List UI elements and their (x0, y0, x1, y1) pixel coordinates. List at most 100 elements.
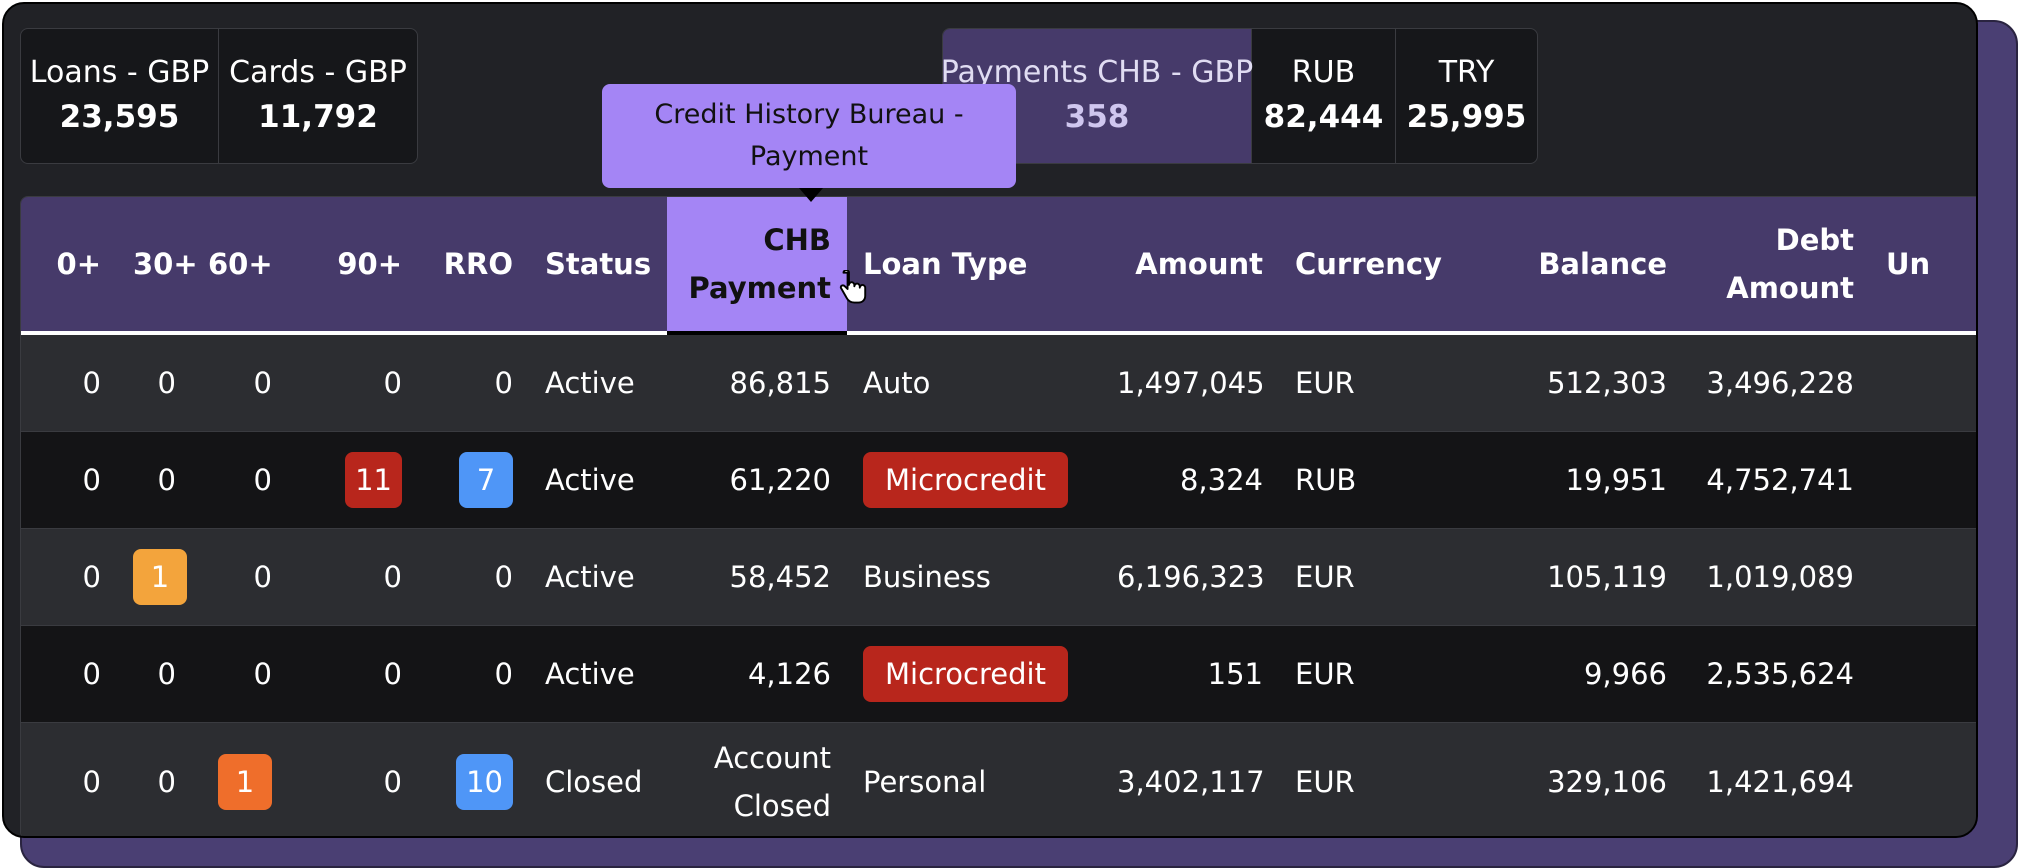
cell-rro: 7 (418, 431, 529, 529)
table-header-row: 0+ 30+ 60+ 90+ RRO Status CHB Payment Lo… (21, 197, 1976, 335)
cell-chb-payment: 86,815 (667, 333, 847, 432)
col-header-balance[interactable]: Balance (1489, 197, 1683, 335)
cell-90plus: 0 (288, 625, 418, 723)
col-header-60plus[interactable]: 60+ (192, 197, 288, 335)
col-header-0plus[interactable]: 0+ (21, 197, 117, 335)
cell-rro: 0 (418, 333, 529, 432)
cell-status: Active (529, 333, 667, 432)
stat-value: 358 (1064, 99, 1130, 135)
col-header-rro[interactable]: RRO (418, 197, 529, 335)
cell-truncated (1870, 333, 1976, 432)
rro-badge: 7 (459, 452, 513, 508)
loan-type-badge: Microcredit (863, 646, 1068, 702)
cell-chb-payment: 4,126 (667, 625, 847, 723)
cell-60plus: 0 (192, 333, 288, 432)
col-header-status[interactable]: Status (529, 197, 667, 335)
cell-debt-amount: 1,019,089 (1683, 528, 1870, 626)
cell-balance: 105,119 (1489, 528, 1683, 626)
cell-amount: 3,402,117 (1101, 722, 1279, 836)
col-header-currency[interactable]: Currency (1279, 197, 1489, 335)
table-row[interactable]: 0 0 0 0 0 Active 4,126 Microcredit 151 E… (21, 625, 1976, 723)
cell-loan-type: Business (847, 528, 1101, 626)
col-header-debt-amount[interactable]: Debt Amount (1683, 197, 1870, 335)
cell-loan-type: Microcredit (847, 431, 1101, 529)
hand-cursor-icon (839, 270, 867, 304)
table-row[interactable]: 0 0 0 11 7 Active 61,220 Microcredit 8,3… (21, 431, 1976, 529)
cell-amount: 151 (1101, 625, 1279, 723)
cell-amount: 8,324 (1101, 431, 1279, 529)
cell-60plus: 0 (192, 625, 288, 723)
cell-debt-amount: 4,752,741 (1683, 431, 1870, 529)
credit-summary-panel: Loans - GBP 23,595 Cards - GBP 11,792 Pa… (2, 2, 1978, 838)
cell-debt-amount: 2,535,624 (1683, 625, 1870, 723)
cell-truncated (1870, 431, 1976, 529)
cell-balance: 329,106 (1489, 722, 1683, 836)
cell-0plus: 0 (21, 528, 117, 626)
cell-30plus: 0 (117, 333, 192, 432)
table-row[interactable]: 0 0 0 0 0 Active 86,815 Auto 1,497,045 E… (21, 333, 1976, 432)
cell-currency: EUR (1279, 333, 1489, 432)
cell-truncated (1870, 625, 1976, 723)
tooltip-text: Credit History Bureau - Payment (654, 99, 964, 172)
col-header-chb-payment[interactable]: CHB Payment (667, 197, 847, 335)
stat-value: 23,595 (59, 99, 180, 135)
cell-loan-type: Personal (847, 722, 1101, 836)
stat-loans-gbp: Loans - GBP 23,595 (21, 29, 219, 163)
cell-rro: 10 (418, 722, 529, 836)
delinquency-badge: 11 (345, 452, 402, 508)
stat-label: Cards - GBP (229, 55, 407, 90)
cell-90plus: 0 (288, 722, 418, 836)
stat-rub: RUB 82,444 (1252, 29, 1396, 163)
col-header-truncated[interactable]: Un (1870, 197, 1976, 335)
delinquency-badge: 1 (133, 549, 187, 605)
col-header-90plus[interactable]: 90+ (288, 197, 418, 335)
cell-currency: RUB (1279, 431, 1489, 529)
cell-90plus: 0 (288, 333, 418, 432)
cell-30plus: 0 (117, 431, 192, 529)
cell-balance: 9,966 (1489, 625, 1683, 723)
stats-right-group: Payments CHB - GBP 358 RUB 82,444 TRY 25… (942, 28, 1538, 164)
column-tooltip: Credit History Bureau - Payment (602, 84, 1016, 188)
col-header-30plus[interactable]: 30+ (117, 197, 198, 335)
stat-cards-gbp: Cards - GBP 11,792 (219, 29, 417, 163)
cell-currency: EUR (1279, 722, 1489, 836)
table-row[interactable]: 0 1 0 0 0 Active 58,452 Business 6,196,3… (21, 528, 1976, 626)
cell-60plus: 1 (192, 722, 288, 836)
stat-value: 82,444 (1263, 99, 1384, 135)
cell-30plus: 0 (117, 722, 192, 836)
cell-chb-payment: 58,452 (667, 528, 847, 626)
cell-status: Active (529, 528, 667, 626)
delinquency-badge: 1 (218, 754, 272, 810)
cell-60plus: 0 (192, 528, 288, 626)
cell-30plus: 0 (117, 625, 192, 723)
stat-value: 25,995 (1406, 99, 1527, 135)
cell-status: Active (529, 431, 667, 529)
cell-30plus: 1 (117, 528, 192, 626)
credit-table: 0+ 30+ 60+ 90+ RRO Status CHB Payment Lo… (21, 197, 1976, 836)
cell-chb-payment: 61,220 (667, 431, 847, 529)
stat-label: Loans - GBP (29, 55, 210, 90)
cell-debt-amount: 3,496,228 (1683, 333, 1870, 432)
col-header-loan-type[interactable]: Loan Type (847, 197, 1101, 335)
cell-truncated (1870, 528, 1976, 626)
cell-0plus: 0 (21, 722, 117, 836)
cell-loan-type: Microcredit (847, 625, 1101, 723)
loan-type-badge: Microcredit (863, 452, 1068, 508)
cell-0plus: 0 (21, 333, 117, 432)
col-header-amount[interactable]: Amount (1101, 197, 1279, 335)
credit-table-container[interactable]: 0+ 30+ 60+ 90+ RRO Status CHB Payment Lo… (20, 196, 1976, 836)
cell-truncated (1870, 722, 1976, 836)
cell-balance: 512,303 (1489, 333, 1683, 432)
cell-90plus: 0 (288, 528, 418, 626)
cell-status: Closed (529, 722, 667, 836)
cell-amount: 6,196,323 (1101, 528, 1279, 626)
stat-label: TRY (1438, 55, 1495, 90)
cell-debt-amount: 1,421,694 (1683, 722, 1870, 836)
rro-badge: 10 (456, 754, 513, 810)
cell-currency: EUR (1279, 625, 1489, 723)
cell-rro: 0 (418, 625, 529, 723)
table-row[interactable]: 0 0 1 0 10 Closed Account Closed Persona… (21, 722, 1976, 836)
cell-currency: EUR (1279, 528, 1489, 626)
cell-0plus: 0 (21, 431, 117, 529)
cell-90plus: 11 (288, 431, 418, 529)
